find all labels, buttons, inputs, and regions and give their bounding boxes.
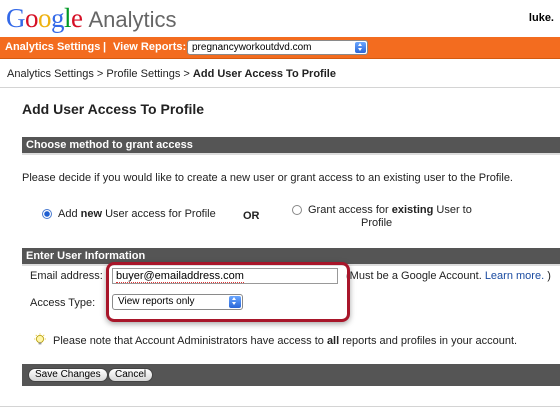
- label-bold-text: existing: [391, 204, 434, 216]
- breadcrumb-separator: >: [93, 68, 107, 80]
- access-type-label: Access Type:: [30, 297, 96, 309]
- logo-letter: G: [6, 3, 26, 33]
- breadcrumb-profile-settings[interactable]: Profile Settings: [106, 68, 180, 80]
- breadcrumb-analytics-settings[interactable]: Analytics Settings: [7, 68, 94, 80]
- logo-letter: g: [51, 3, 65, 33]
- user-account[interactable]: luke.: [529, 12, 554, 24]
- lightbulb-icon: [34, 333, 46, 345]
- method-description: Please decide if you would like to creat…: [22, 172, 513, 184]
- cancel-button[interactable]: Cancel: [108, 368, 154, 382]
- label-text-line2: Profile: [361, 217, 393, 229]
- view-reports-label: View Reports:: [113, 41, 187, 53]
- annotation-highlight-box: [106, 262, 350, 322]
- header: Google Analytics luke.: [0, 0, 560, 36]
- logo-letter: l: [64, 3, 72, 33]
- label-bold-text: new: [80, 208, 103, 220]
- label-text: User access for Profile: [102, 208, 216, 220]
- logo-letter: o: [25, 3, 39, 33]
- label-text: User to: [433, 204, 472, 216]
- profile-select-value: pregnancyworkoutdvd.com: [192, 42, 312, 53]
- divider: [0, 406, 560, 407]
- page-title: Add User Access To Profile: [22, 101, 205, 117]
- actions-bar: Save Changes Cancel: [22, 364, 560, 386]
- learn-more-link[interactable]: Learn more.: [485, 270, 544, 282]
- radio-new-user[interactable]: [42, 209, 52, 219]
- note-text: reports and profiles in your account.: [339, 335, 518, 347]
- logo-letter: o: [38, 3, 52, 33]
- method-section-heading: Choose method to grant access: [22, 137, 560, 155]
- admin-access-note: Please note that Account Administrators …: [53, 335, 517, 347]
- radio-existing-user-label[interactable]: Grant access for existing User to Profil…: [308, 204, 478, 230]
- label-text: Grant access for: [308, 204, 392, 216]
- profile-select[interactable]: pregnancyworkoutdvd.com: [187, 40, 368, 55]
- radio-existing-user[interactable]: [292, 205, 302, 215]
- breadcrumb: Analytics Settings > Profile Settings > …: [7, 68, 336, 80]
- hint-text: ): [547, 270, 551, 282]
- breadcrumb-current: Add User Access To Profile: [192, 68, 336, 80]
- or-label: OR: [243, 210, 260, 222]
- radio-new-user-label[interactable]: Add new User access for Profile: [58, 208, 216, 221]
- email-label: Email address:: [30, 270, 103, 282]
- hint-text: (Must be a Google Account.: [346, 270, 482, 282]
- divider: [0, 87, 560, 88]
- note-text: Please note that Account Administrators …: [53, 335, 327, 347]
- nav-separator: |: [103, 41, 107, 53]
- logo-product-name: Analytics: [88, 7, 177, 32]
- analytics-settings-link[interactable]: Analytics Settings: [5, 41, 100, 53]
- select-arrows-icon: [355, 42, 366, 53]
- breadcrumb-separator: >: [180, 68, 193, 80]
- email-hint: (Must be a Google Account. Learn more. ): [346, 270, 551, 282]
- logo-letter: e: [71, 3, 83, 33]
- note-bold-text: all: [326, 335, 340, 347]
- label-text: Add: [58, 208, 81, 220]
- save-changes-button[interactable]: Save Changes: [28, 368, 108, 382]
- top-nav-bar: Analytics Settings | View Reports: pregn…: [0, 37, 560, 59]
- google-analytics-logo[interactable]: Google Analytics: [6, 3, 177, 35]
